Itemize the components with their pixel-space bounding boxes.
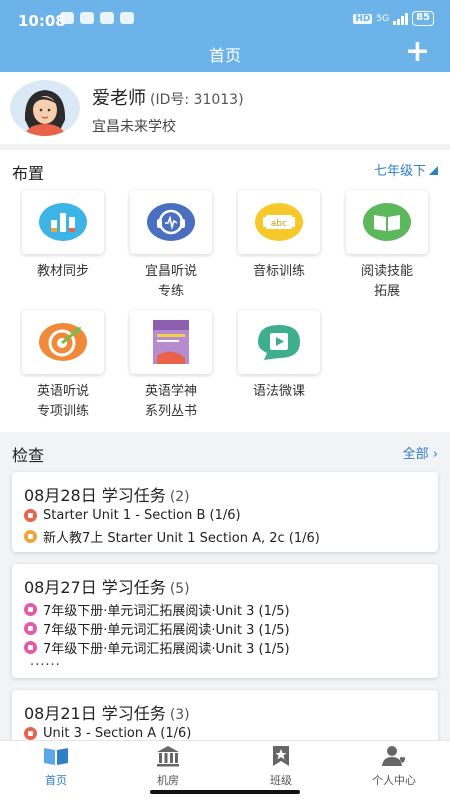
home-indicator[interactable] (150, 790, 300, 794)
tile-listening-special[interactable]: 英语听说 专项训练 (9, 310, 117, 422)
tile-label: 阅读技能 拓展 (360, 264, 413, 299)
tile-xueshen-books[interactable]: 英语学神 系列丛书 (117, 310, 225, 422)
task-type-icon (24, 530, 37, 543)
teacher-profile[interactable]: 爱老师 (ID号: 31013) 宜昌未来学校 (0, 72, 450, 144)
tab-label: 机房 (157, 774, 179, 787)
dropdown-triangle-icon (429, 166, 438, 175)
task-card[interactable]: 08月28日 学习任务 (2) Starter Unit 1 - Section … (12, 472, 438, 552)
tile-label: 英语学神 系列丛书 (144, 384, 197, 419)
tile-icon-box: abc (238, 190, 320, 254)
tile-label: 音标训练 (252, 264, 305, 279)
tile-icon-box (22, 190, 104, 254)
tile-icon-box (346, 190, 428, 254)
hotspot-icon (100, 12, 114, 24)
abc-icon: abc (255, 203, 303, 241)
grade-label: 七年级下 (373, 164, 426, 179)
task-item: 7年级下册·单元词汇拓展阅读·Unit 3 (1/5) (24, 619, 290, 638)
task-card[interactable]: 08月27日 学习任务 (5) 7年级下册·单元词汇拓展阅读·Unit 3 (1/… (12, 564, 438, 678)
teacher-name-row: 爱老师 (ID号: 31013) (92, 84, 244, 110)
tile-icon-box (238, 310, 320, 374)
tab-label: 班级 (270, 774, 292, 787)
task-type-icon (24, 603, 37, 616)
task-type-icon (24, 727, 37, 740)
task-item: 7年级下册·单元词汇拓展阅读·Unit 3 (1/5) (24, 638, 290, 657)
task-card-title: 08月27日 学习任务 (5) (24, 578, 190, 597)
tab-label: 首页 (45, 774, 67, 787)
status-right: HD 5G 85 (353, 11, 434, 26)
tab-class[interactable]: 班级 (225, 745, 337, 788)
school-name: 宜昌未来学校 (92, 119, 176, 135)
tab-label: 个人中心 (372, 774, 416, 787)
check-section-header: 检查 全部 › (0, 432, 450, 470)
headset-icon (147, 203, 195, 241)
status-bar: 10:08 HD 5G 85 (0, 0, 450, 36)
check-title: 检查 (12, 446, 45, 465)
teacher-name: 爱老师 (92, 88, 146, 109)
task-card-title: 08月21日 学习任务 (3) (24, 704, 190, 723)
target-icon (39, 323, 87, 361)
tab-computer-room[interactable]: 机房 (112, 745, 224, 788)
tile-reading-skills[interactable]: 阅读技能 拓展 (333, 190, 441, 302)
task-type-icon (24, 641, 37, 654)
task-item: Starter Unit 1 - Section B (1/6) (24, 508, 241, 523)
app-header: 10:08 HD 5G 85 首页 + (0, 0, 450, 72)
hd-badge: HD (353, 13, 373, 24)
video-chat-icon (258, 325, 300, 360)
teacher-id: (ID号: 31013) (150, 92, 244, 108)
task-item: 新人教7上 Starter Unit 1 Section A, 2c (1/6) (24, 527, 320, 546)
status-time: 10:08 (18, 12, 66, 30)
tile-label: 宜昌听说 专练 (144, 264, 197, 299)
avatar (10, 80, 80, 136)
task-item: Unit 3 - Section A (1/6) (24, 726, 191, 741)
tile-grammar-microclass[interactable]: 语法微课 (225, 310, 333, 402)
svg-text:abc: abc (271, 219, 287, 229)
book-cover-icon (153, 320, 189, 364)
view-all-link[interactable]: 全部 › (403, 443, 438, 462)
tab-home[interactable]: 首页 (0, 745, 112, 788)
tile-phonetic-training[interactable]: abc 音标训练 (225, 190, 333, 282)
tile-icon-box (130, 190, 212, 254)
tile-label: 教材同步 (36, 264, 89, 279)
task-type-icon (24, 622, 37, 635)
tile-yichang-listening[interactable]: 宜昌听说 专练 (117, 190, 225, 302)
person-heart-icon (382, 746, 405, 766)
wechat-icon (80, 12, 94, 24)
task-type-icon (24, 509, 37, 522)
signal-label: 5G (376, 13, 390, 24)
open-book-icon (44, 748, 68, 765)
upload-icon (120, 12, 134, 24)
tile-textbook-sync[interactable]: 教材同步 (9, 190, 117, 282)
tile-label: 英语听说 专项训练 (36, 384, 89, 419)
notification-icons (60, 12, 134, 24)
task-card-title: 08月28日 学习任务 (2) (24, 486, 190, 505)
book-icon (363, 203, 411, 241)
battery-icon: 85 (412, 11, 434, 26)
signal-icon (393, 12, 409, 25)
page-title: 首页 (208, 48, 241, 65)
tile-icon-box (130, 310, 212, 374)
more-ellipsis: ...... (30, 654, 61, 669)
arrange-title: 布置 (12, 164, 45, 183)
tab-personal-center[interactable]: 个人中心 (338, 745, 450, 788)
grade-selector[interactable]: 七年级下 (374, 160, 438, 179)
tile-icon-box (22, 310, 104, 374)
arrange-section: 布置 七年级下 教材同步 宜昌听说专练 abc 音标训练 阅读技能 拓展 英语听… (0, 150, 450, 432)
alarm-icon (60, 12, 74, 24)
star-bookmark-icon (273, 746, 289, 766)
task-item: 7年级下册·单元词汇拓展阅读·Unit 3 (1/5) (24, 600, 290, 619)
bar-chart-icon (39, 203, 87, 241)
tile-label: 语法微课 (252, 384, 305, 399)
add-button[interactable]: + (405, 37, 430, 67)
building-icon (157, 746, 179, 767)
